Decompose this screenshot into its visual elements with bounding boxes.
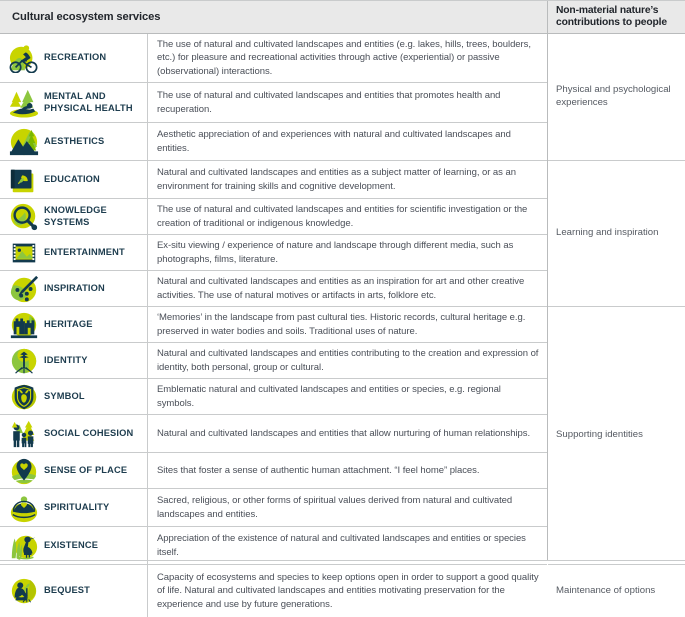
- service-name: ENTERTAINMENT: [44, 235, 148, 270]
- service-name: KNOWLEDGE SYSTEMS: [44, 199, 148, 234]
- icon-cell: [0, 343, 44, 378]
- service-description: Natural and cultivated landscapes and en…: [157, 167, 516, 192]
- service-description: Capacity of ecosystems and species to ke…: [157, 572, 539, 610]
- service-description: Natural and cultivated landscapes and en…: [157, 348, 539, 373]
- group-cell: Learning and inspiration: [548, 161, 685, 307]
- book-leaf-icon: [10, 168, 35, 193]
- person-relaxing-trees-icon: [9, 89, 39, 118]
- service-description: Natural and cultivated landscapes and en…: [157, 276, 525, 301]
- service-name: SYMBOL: [44, 379, 148, 414]
- table-row: KNOWLEDGE SYSTEMS The use of natural and …: [0, 199, 547, 235]
- table-row: SPIRITUALITY Sacred, religious, or other …: [0, 489, 547, 527]
- service-description: Aesthetic appreciation of and experience…: [157, 129, 511, 154]
- magnifier-knowledge-icon: [9, 201, 39, 232]
- header-right-title-line2: contributions to people: [556, 17, 667, 28]
- group-cell: Physical and psychological experiences: [548, 34, 685, 161]
- heron-reeds-icon: [11, 534, 38, 560]
- table-row: HERITAGE ‘Memories’ in the landscape from…: [0, 307, 547, 343]
- service-name: IDENTITY: [44, 343, 148, 378]
- icon-cell: [0, 34, 44, 82]
- paint-palette-icon: [10, 275, 39, 302]
- service-name: HERITAGE: [44, 307, 148, 342]
- groups-column: Physical and psychological experiences Le…: [548, 34, 685, 596]
- icon-cell: [0, 123, 44, 160]
- table-row: INSPIRATION Natural and cultivated landsc…: [0, 271, 547, 307]
- service-description: The use of natural and cultivated landsc…: [157, 39, 531, 77]
- icon-cell: [0, 271, 44, 306]
- service-name: INSPIRATION: [44, 271, 148, 306]
- mountain-landscape-icon: [9, 128, 39, 155]
- icon-cell: [0, 307, 44, 342]
- icon-cell: [0, 161, 44, 198]
- table-row: RECREATION The use of natural and cultiva…: [0, 34, 547, 83]
- castle-ruins-icon: [10, 312, 38, 338]
- service-name: SENSE OF PLACE: [44, 453, 148, 488]
- tree-roots-icon: [11, 347, 37, 374]
- service-description: The use of natural and cultivated landsc…: [157, 90, 501, 115]
- header-non-material-contributions: Non-material nature’s contributions to p…: [548, 1, 685, 33]
- header-right-title-line1: Non-material nature’s: [556, 4, 659, 16]
- table-row: ENTERTAINMENT Ex-situ viewing / experienc…: [0, 235, 547, 271]
- table-header-row: Cultural ecosystem services Non-material…: [0, 1, 685, 34]
- service-description: Sites that foster a sense of authentic h…: [157, 464, 480, 476]
- table-row: EDUCATION Natural and cultivated landscap…: [0, 161, 547, 199]
- icon-cell: [0, 489, 44, 526]
- service-description: Sacred, religious, or other forms of spi…: [157, 495, 513, 520]
- service-name: AESTHETICS: [44, 123, 148, 160]
- service-name: SOCIAL COHESION: [44, 415, 148, 452]
- service-description: The use of natural and cultivated landsc…: [157, 204, 528, 229]
- icon-cell: [0, 83, 44, 122]
- table-body: RECREATION The use of natural and cultiva…: [0, 34, 685, 617]
- deer-crest-shield-icon: [11, 383, 37, 410]
- service-name: EXISTENCE: [44, 527, 148, 564]
- service-name: MENTAL AND PHYSICAL HEALTH: [44, 83, 148, 122]
- service-name: BEQUEST: [44, 565, 148, 617]
- film-photo-icon: [12, 243, 36, 262]
- service-description: Ex-situ viewing / experience of nature a…: [157, 240, 514, 265]
- planting-seedling-icon: [11, 578, 37, 604]
- icon-cell: [0, 415, 44, 452]
- icon-cell: [0, 453, 44, 488]
- icon-cell: [0, 565, 44, 617]
- table-row: SENSE OF PLACE Sites that foster a sense …: [0, 453, 547, 489]
- cycling-recreation-icon: [9, 44, 38, 73]
- icon-cell: [0, 235, 44, 270]
- service-description: Natural and cultivated landscapes and en…: [157, 427, 531, 439]
- table-row: AESTHETICS Aesthetic appreciation of and …: [0, 123, 547, 161]
- group-cell: Supporting identities: [548, 307, 685, 565]
- table-row: IDENTITY Natural and cultivated landscape…: [0, 343, 547, 379]
- group-cell: Maintenance of options: [556, 584, 656, 596]
- service-name: RECREATION: [44, 34, 148, 82]
- map-pin-heart-icon: [11, 457, 37, 485]
- family-group-icon: [11, 420, 35, 447]
- service-description: Appreciation of the existence of natural…: [157, 533, 526, 558]
- service-description: ‘Memories’ in the landscape from past cu…: [157, 312, 526, 337]
- table-row: SOCIAL COHESION Natural and cultivated la…: [0, 415, 547, 453]
- service-name: EDUCATION: [44, 161, 148, 198]
- header-cultural-ecosystem-services: Cultural ecosystem services: [0, 1, 548, 33]
- table-row: EXISTENCE Appreciation of the existence o…: [0, 527, 547, 565]
- table-row: SYMBOL Emblematic natural and cultivated …: [0, 379, 547, 415]
- meditation-figure-icon: [10, 495, 38, 523]
- table-row: BEQUEST Capacity of ecosystems and specie…: [0, 565, 547, 617]
- service-name: SPIRITUALITY: [44, 489, 148, 526]
- header-left-title: Cultural ecosystem services: [12, 11, 161, 23]
- services-column: RECREATION The use of natural and cultiva…: [0, 34, 548, 617]
- cultural-ecosystem-services-table: Cultural ecosystem services Non-material…: [0, 0, 685, 617]
- service-description: Emblematic natural and cultivated landsc…: [157, 384, 501, 409]
- table-row: MENTAL AND PHYSICAL HEALTH The use of nat…: [0, 83, 547, 123]
- icon-cell: [0, 527, 44, 564]
- icon-cell: [0, 199, 44, 234]
- icon-cell: [0, 379, 44, 414]
